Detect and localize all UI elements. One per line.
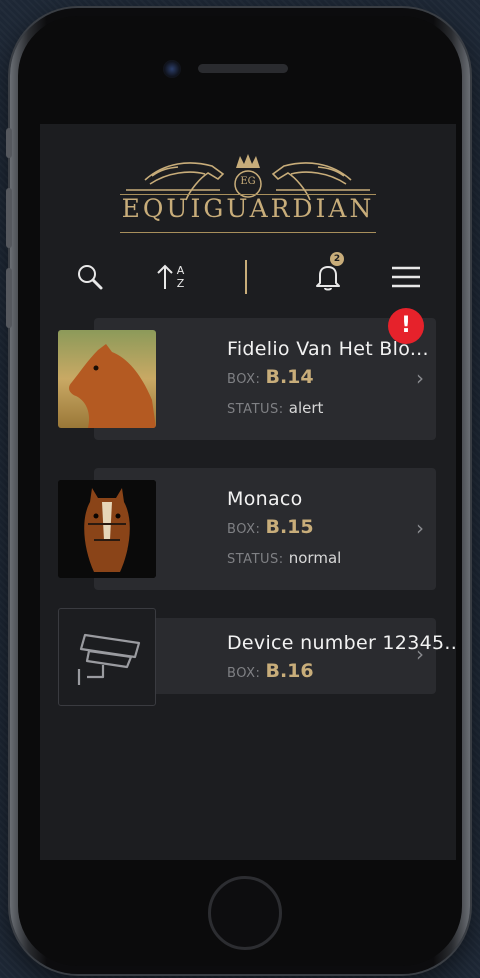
sort-label-a: A (176, 264, 185, 277)
brand-monogram: EG (240, 176, 256, 187)
card-box: BOX: B.16 (227, 660, 314, 682)
horse-photo (58, 330, 156, 428)
status-label: STATUS: (227, 402, 284, 417)
card-status: STATUS: normal (227, 548, 341, 567)
search-button[interactable] (70, 254, 110, 300)
card-box: BOX: B.15 (227, 516, 314, 538)
card-status: STATUS: alert (227, 398, 323, 417)
box-value: B.14 (265, 366, 314, 388)
box-label: BOX: (227, 522, 261, 537)
chevron-right-icon: › (416, 642, 424, 666)
box-value: B.15 (265, 516, 314, 538)
hamburger-menu-icon (392, 266, 420, 288)
search-icon (78, 265, 103, 290)
box-label: BOX: (227, 372, 261, 387)
app-screen: EG EQUIGUARDIAN A Z 2 Fidelio Van Het Bl… (40, 124, 456, 860)
box-value: B.16 (265, 660, 314, 682)
earpiece-speaker (198, 64, 288, 73)
sort-label-z: Z (176, 277, 185, 290)
card-title: Monaco (227, 488, 303, 510)
notification-badge: 2 (330, 252, 344, 266)
chevron-right-icon: › (416, 366, 424, 390)
box-label: BOX: (227, 666, 261, 681)
security-camera-icon (77, 633, 141, 685)
horse-photo (58, 480, 156, 578)
bell-icon (316, 266, 340, 291)
mute-switch (6, 128, 12, 158)
brand-name: EQUIGUARDIAN (121, 194, 375, 223)
status-label: STATUS: (227, 552, 284, 567)
device-thumbnail (58, 608, 156, 706)
status-value: normal (288, 549, 342, 567)
alert-indicator-icon: ! (388, 308, 424, 344)
home-button[interactable] (208, 876, 282, 950)
toolbar-divider (244, 254, 248, 300)
logo-divider-bottom (120, 232, 376, 233)
volume-up-button (6, 188, 12, 248)
volume-down-button (6, 268, 12, 328)
brand-logo: EG EQUIGUARDIAN (40, 152, 456, 242)
sort-alpha-icon (157, 264, 173, 289)
chevron-right-icon: › (416, 516, 424, 540)
front-camera (163, 60, 181, 78)
card-box: BOX: B.14 (227, 366, 314, 388)
menu-button[interactable] (388, 254, 424, 300)
sort-button[interactable]: A Z (148, 254, 192, 300)
toolbar: A Z (40, 254, 456, 300)
crown-icon (236, 154, 260, 168)
status-value: alert (288, 399, 324, 417)
